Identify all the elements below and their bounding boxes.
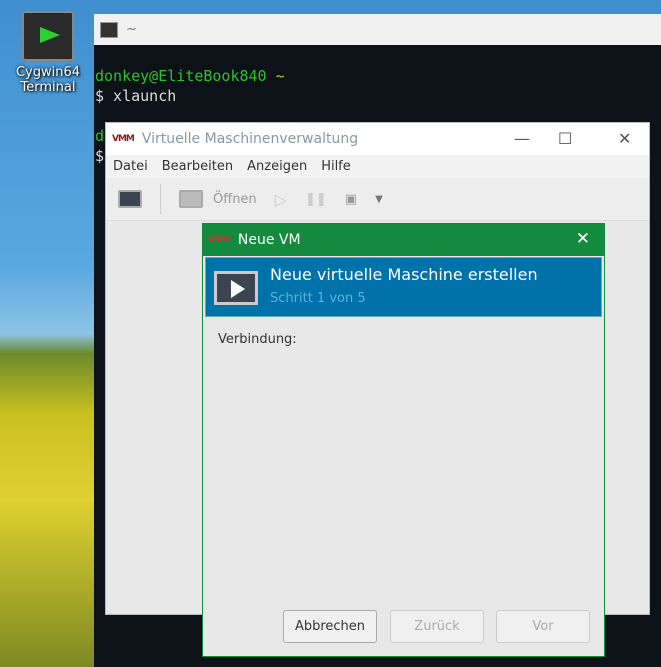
terminal-text: d xyxy=(95,127,105,145)
header-title: Neue virtuelle Maschine erstellen xyxy=(270,265,538,284)
dialog-title: Neue VM xyxy=(237,232,301,248)
connection-label: Verbindung: xyxy=(218,332,297,347)
new-vm-icon xyxy=(214,271,258,305)
toolbar-separator xyxy=(160,184,161,214)
new-vm-dialog[interactable]: VMM Neue VM ✕ Neue virtuelle Maschine er… xyxy=(202,223,605,657)
dialog-titlebar[interactable]: VMM Neue VM ✕ xyxy=(203,224,604,256)
virt-manager-logo-icon: VMM xyxy=(208,235,231,245)
cygwin-icon xyxy=(22,11,74,61)
manager-title: Virtuelle Maschinenverwaltung xyxy=(141,131,359,147)
toolbar: Öffnen ▷ ❚❚ ▣ ▼ xyxy=(106,178,649,221)
virt-manager-logo-icon: VMM xyxy=(112,134,135,144)
menu-datei[interactable]: Datei xyxy=(106,159,155,174)
pause-icon[interactable]: ❚❚ xyxy=(305,192,327,207)
terminal-text: $ xyxy=(95,147,105,165)
menu-bar: Datei Bearbeiten Anzeigen Hilfe xyxy=(106,155,649,178)
close-icon[interactable]: ✕ xyxy=(576,229,590,249)
dialog-header: Neue virtuelle Maschine erstellen Schrit… xyxy=(205,257,602,317)
prompt-dir: ~ xyxy=(275,67,285,85)
terminal-title: ~ xyxy=(126,22,137,37)
manager-titlebar[interactable]: VMM Virtuelle Maschinenverwaltung — ☐ ✕ xyxy=(106,123,649,155)
icon-label: Cygwin64 xyxy=(15,65,81,80)
forward-button[interactable]: Vor xyxy=(496,610,590,643)
open-button[interactable]: Öffnen xyxy=(179,190,257,208)
menu-hilfe[interactable]: Hilfe xyxy=(314,159,358,174)
desktop-icon-cygwin-terminal[interactable]: Cygwin64 Terminal xyxy=(10,8,86,95)
command-line: $ xlaunch xyxy=(95,87,177,105)
chevron-down-icon[interactable]: ▼ xyxy=(375,194,383,205)
minimize-button[interactable]: — xyxy=(514,129,530,148)
menu-bearbeiten[interactable]: Bearbeiten xyxy=(155,159,240,174)
play-icon[interactable]: ▷ xyxy=(275,190,287,209)
close-button[interactable]: ✕ xyxy=(618,129,631,148)
terminal-icon xyxy=(100,21,118,38)
new-vm-icon[interactable] xyxy=(118,190,142,208)
menu-anzeigen[interactable]: Anzeigen xyxy=(240,159,314,174)
shutdown-icon[interactable]: ▣ xyxy=(345,192,357,207)
back-button[interactable]: Zurück xyxy=(390,610,484,643)
terminal-titlebar[interactable]: ~ xyxy=(94,14,661,45)
maximize-button[interactable]: ☐ xyxy=(558,129,572,148)
step-indicator: Schritt 1 von 5 xyxy=(270,291,366,306)
monitor-icon xyxy=(179,190,203,208)
open-label: Öffnen xyxy=(213,191,257,207)
cancel-button[interactable]: Abbrechen xyxy=(283,610,377,643)
icon-label: Terminal xyxy=(20,80,76,95)
prompt: donkey@EliteBook840 xyxy=(95,67,267,85)
